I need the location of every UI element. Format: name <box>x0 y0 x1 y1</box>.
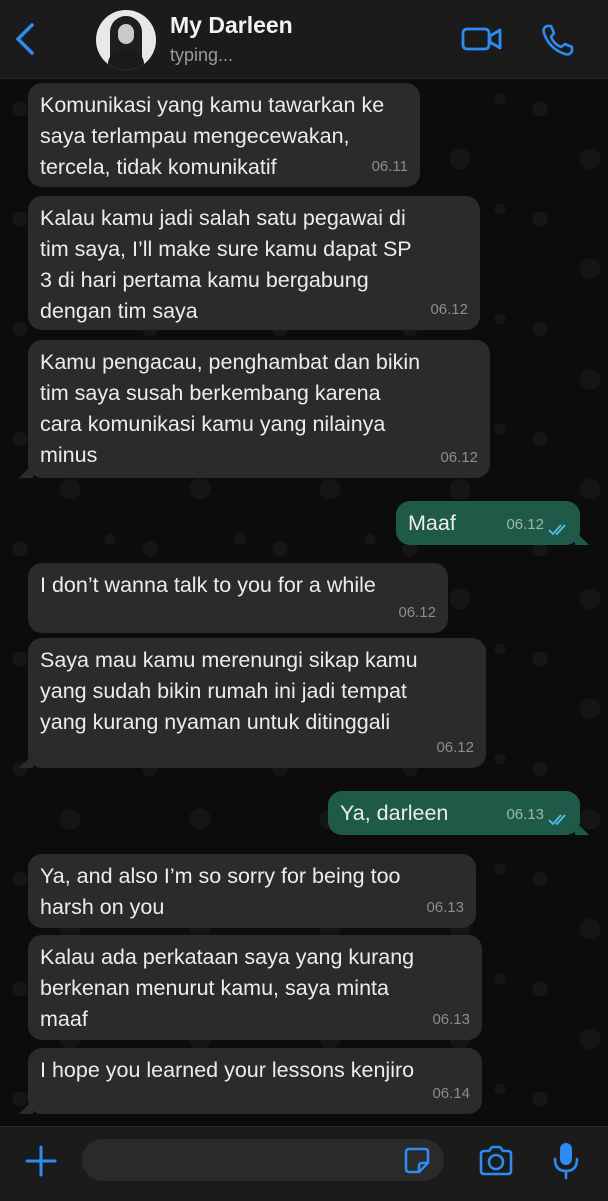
message-time: 06.12 <box>440 449 478 466</box>
message-text: Kamu pengacau, penghambat dan bikin tim … <box>40 350 421 467</box>
message-text: I don’t wanna talk to you for a while <box>40 573 376 597</box>
contact-name[interactable]: My Darleen <box>170 12 293 39</box>
message-time: 06.13 <box>432 1011 470 1028</box>
camera-icon[interactable] <box>477 1143 515 1179</box>
message-time: 06.14 <box>432 1085 470 1102</box>
plus-icon[interactable] <box>24 1144 58 1178</box>
message-outgoing[interactable]: Ya, darleen 06.13 <box>328 791 589 835</box>
message-incoming[interactable]: Kalau kamu jadi salah satu pegawai di ti… <box>28 196 480 330</box>
message-time: 06.13 <box>506 806 544 823</box>
message-incoming[interactable]: Saya mau kamu merenungi sikap kamu yang … <box>19 638 486 768</box>
message-text: Maaf <box>408 511 456 535</box>
message-time: 06.12 <box>430 301 468 318</box>
message-time: 06.12 <box>506 516 544 533</box>
message-text: Komunikasi yang kamu tawarkan ke saya te… <box>40 93 385 179</box>
message-time: 06.11 <box>371 158 408 175</box>
message-text: Kalau kamu jadi salah satu pegawai di ti… <box>40 206 412 323</box>
message-text: Kalau ada perkataan saya yang kurang ber… <box>40 945 415 1031</box>
message-incoming[interactable]: Kalau ada perkataan saya yang kurang ber… <box>28 935 482 1040</box>
avatar[interactable] <box>96 10 156 70</box>
message-time: 06.12 <box>436 739 474 756</box>
chat-header: My Darleen typing... <box>0 0 608 79</box>
message-outgoing[interactable]: Maaf 06.12 <box>396 501 589 545</box>
typing-status: typing... <box>170 45 234 65</box>
message-incoming[interactable]: Ya, and also I’m so sorry for being too … <box>28 854 476 928</box>
message-list[interactable]: Komunikasi yang kamu tawarkan ke saya te… <box>0 79 608 1126</box>
message-incoming[interactable]: Kamu pengacau, penghambat dan bikin tim … <box>19 340 490 478</box>
message-time: 06.12 <box>398 604 436 621</box>
message-text: Ya, and also I’m so sorry for being too … <box>40 864 401 919</box>
read-ticks-icon <box>548 814 566 826</box>
microphone-icon[interactable] <box>551 1141 581 1181</box>
video-camera-icon[interactable] <box>461 24 503 54</box>
message-incoming[interactable]: I hope you learned your lessons kenjiro … <box>19 1048 482 1114</box>
composer-bar <box>0 1126 608 1201</box>
message-incoming[interactable]: I don’t wanna talk to you for a while 06… <box>28 563 448 633</box>
chevron-left-icon[interactable] <box>10 22 40 56</box>
phone-icon[interactable] <box>540 22 576 58</box>
sticker-icon[interactable] <box>402 1146 432 1176</box>
message-time: 06.13 <box>426 899 464 916</box>
message-text: Saya mau kamu merenungi sikap kamu yang … <box>40 648 418 734</box>
message-incoming[interactable]: Komunikasi yang kamu tawarkan ke saya te… <box>28 83 420 187</box>
message-input[interactable] <box>82 1139 444 1181</box>
message-text: I hope you learned your lessons kenjiro <box>40 1058 415 1082</box>
read-ticks-icon <box>548 524 566 536</box>
